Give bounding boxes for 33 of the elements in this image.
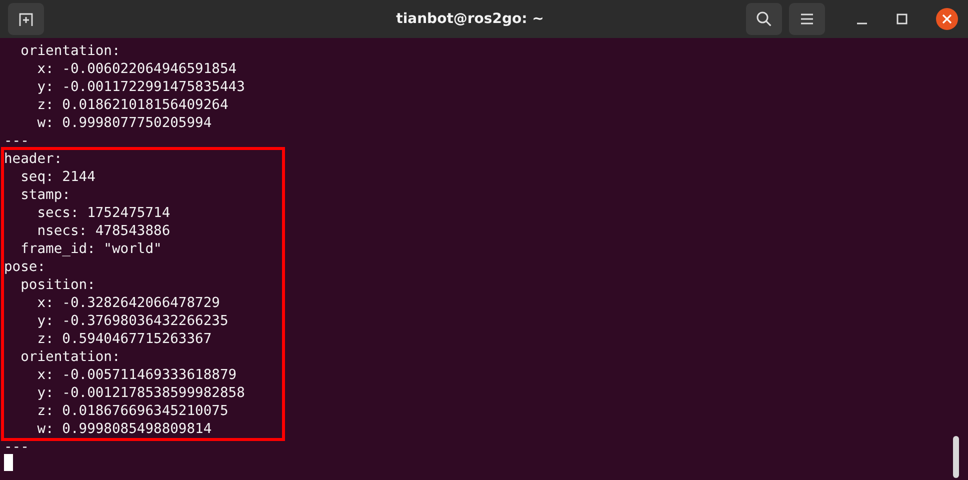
terminal-line: nsecs: 478543886 (36, 222, 170, 240)
terminal-line: header: (4, 150, 62, 168)
terminal-line: x: -0.005711469333618879 (36, 366, 237, 384)
terminal-line: x: -0.3282642066478729 (36, 294, 220, 312)
terminal-line: w: 0.9998085498809814 (36, 420, 212, 438)
terminal-line: y: -0.0012178538599982858 (36, 384, 245, 402)
terminal-line: seq: 2144 (20, 168, 96, 186)
search-icon (756, 11, 772, 27)
terminal-line: z: 0.018621018156409264 (36, 96, 228, 114)
search-button[interactable] (746, 3, 782, 35)
close-icon[interactable] (936, 8, 958, 30)
terminal-line: secs: 1752475714 (36, 204, 170, 222)
terminal-line: x: -0.006022064946591854 (36, 60, 237, 78)
terminal-line: --- (4, 438, 29, 456)
terminal-line: y: -0.0011722991475835443 (36, 78, 245, 96)
terminal-line: stamp: (20, 186, 70, 204)
terminal-line: w: 0.9998077750205994 (36, 114, 212, 132)
terminal-line: --- (4, 132, 29, 150)
terminal-line: y: -0.37698036432266235 (36, 312, 228, 330)
terminal-line: frame_id: "world" (20, 240, 162, 258)
terminal-line: orientation: (20, 42, 120, 60)
terminal-line: z: 0.5940467715263367 (36, 330, 212, 348)
terminal-line: z: 0.018676696345210075 (36, 402, 228, 420)
menu-icon (800, 13, 814, 25)
new-tab-button[interactable] (8, 3, 44, 35)
window-title: tianbot@ros2go: ~ (395, 11, 545, 27)
maximize-icon[interactable] (896, 13, 908, 25)
terminal-line: position: (20, 276, 96, 294)
scrollbar-thumb[interactable] (953, 436, 959, 478)
terminal-line: pose: (4, 258, 46, 276)
new-tab-icon (18, 11, 34, 27)
terminal-line: orientation: (20, 348, 120, 366)
menu-button[interactable] (789, 3, 825, 35)
